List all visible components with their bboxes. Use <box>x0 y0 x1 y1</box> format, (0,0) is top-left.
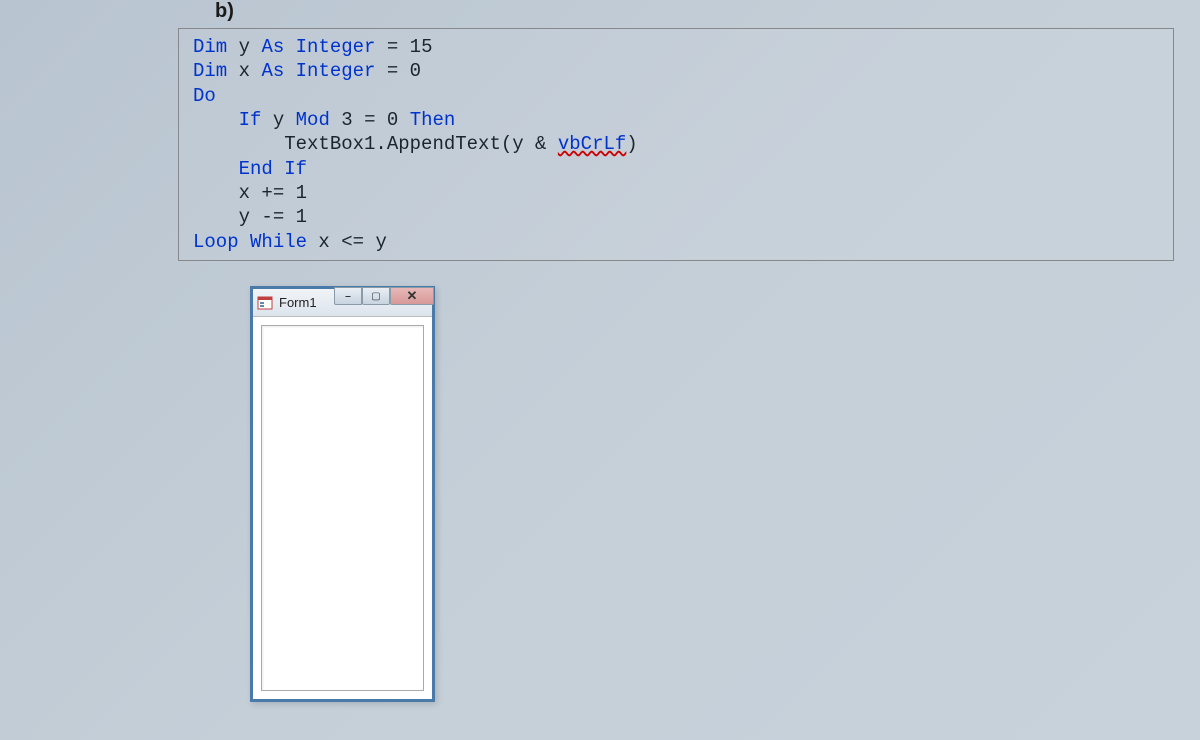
close-button[interactable]: ✕ <box>390 287 434 305</box>
code-line-2: Dim x As Integer = 0 <box>193 59 1159 83</box>
code-line-1: Dim y As Integer = 15 <box>193 35 1159 59</box>
code-line-4: If y Mod 3 = 0 Then <box>193 108 1159 132</box>
code-line-8: y -= 1 <box>193 205 1159 229</box>
code-box: Dim y As Integer = 15 Dim x As Integer =… <box>178 28 1174 261</box>
form-title: Form1 <box>279 295 317 310</box>
titlebar[interactable]: Form1 ⎯ ▢ ✕ <box>253 289 432 317</box>
code-line-6: End If <box>193 157 1159 181</box>
code-line-3: Do <box>193 84 1159 108</box>
minimize-button[interactable]: ⎯ <box>334 287 362 305</box>
code-line-5: TextBox1.AppendText(y & vbCrLf) <box>193 132 1159 156</box>
window-body <box>253 317 432 699</box>
code-line-7: x += 1 <box>193 181 1159 205</box>
question-label: b) <box>215 0 234 23</box>
form-window: Form1 ⎯ ▢ ✕ <box>250 286 435 702</box>
code-line-9: Loop While x <= y <box>193 230 1159 254</box>
window-controls: ⎯ ▢ ✕ <box>334 287 434 305</box>
form-icon <box>257 295 273 311</box>
textbox1[interactable] <box>261 325 424 691</box>
maximize-button[interactable]: ▢ <box>362 287 390 305</box>
